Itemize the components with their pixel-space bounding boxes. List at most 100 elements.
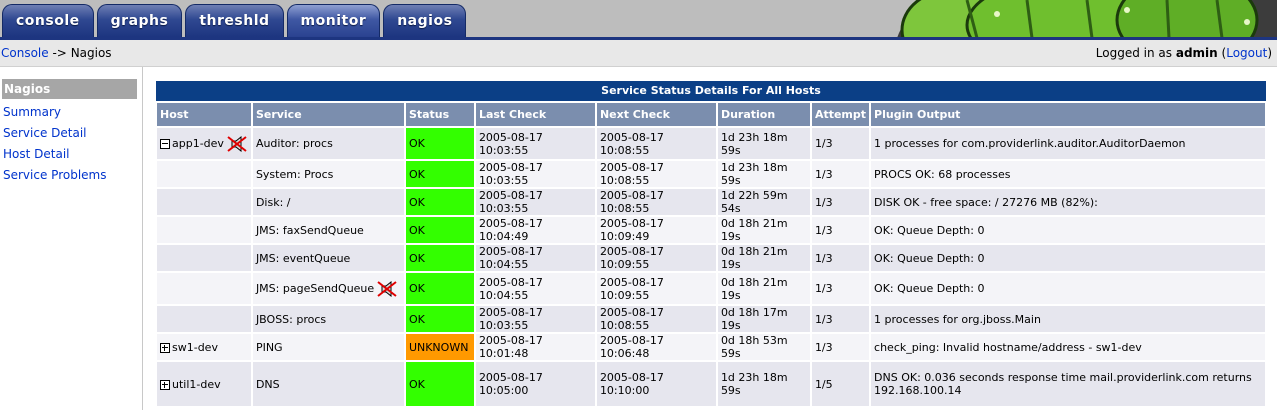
next-check-cell: 2005-08-17 10:09:55 [596,273,716,304]
last-check-cell: 2005-08-17 10:03:55 [475,128,595,159]
tab-threshld[interactable]: threshld [185,4,284,37]
next-check-cell: 2005-08-17 10:08:55 [596,128,716,159]
status-cell: OK [405,128,474,159]
table-row: sw1-dev PING UNKNOWN 2005-08-17 10:01:48… [157,334,1265,360]
host-name[interactable]: sw1-dev [172,341,218,354]
host-name[interactable]: app1-dev [172,137,224,150]
host-name[interactable]: util1-dev [172,378,221,391]
column-header-host[interactable]: Host [157,103,251,126]
status-cell: OK [405,362,474,406]
expand-icon[interactable] [160,342,170,353]
status-cell: UNKNOWN [405,334,474,360]
column-header-attempt[interactable]: Attempt [811,103,870,126]
duration-cell: 1d 22h 59m 54s [717,189,810,215]
sidebar: Nagios Summary Service Detail Host Detai… [0,67,143,410]
status-cell: OK [405,306,474,332]
service-name[interactable]: JMS: pageSendQueue [256,282,374,295]
next-check-cell: 2005-08-17 10:08:55 [596,189,716,215]
expand-icon[interactable] [160,379,170,390]
column-header-plugin-output[interactable]: Plugin Output [871,103,1265,126]
status-cell: OK [405,273,474,304]
last-check-cell: 2005-08-17 10:04:55 [475,273,595,304]
plugin-output-cell: 1 processes for org.jboss.Main [871,306,1265,332]
tab-console[interactable]: console [2,4,94,37]
plugin-output-cell: DNS OK: 0.036 seconds response time mail… [871,362,1265,406]
column-header-last-check[interactable]: Last Check [475,103,595,126]
duration-cell: 0d 18h 53m 59s [717,334,810,360]
next-check-cell: 2005-08-17 10:08:55 [596,306,716,332]
next-check-cell: 2005-08-17 10:08:55 [596,161,716,187]
tab-label: monitor [300,13,367,29]
attempt-cell: 1/3 [811,128,870,159]
service-cell[interactable]: PING [252,334,404,360]
duration-cell: 0d 18h 21m 19s [717,273,810,304]
next-check-cell: 2005-08-17 10:10:00 [596,362,716,406]
table-row: JMS: faxSendQueue OK 2005-08-17 10:04:49… [157,217,1265,243]
logout-link[interactable]: Logout [1226,46,1267,60]
duration-cell: 0d 18h 17m 19s [717,306,810,332]
status-cell: OK [405,217,474,243]
host-cell [157,306,251,332]
top-nav-bar: console graphs threshld monitor nagios [0,0,1277,38]
table-row: JBOSS: procs OK 2005-08-17 10:03:55 2005… [157,306,1265,332]
service-cell[interactable]: JMS: faxSendQueue [252,217,404,243]
tab-graphs[interactable]: graphs [96,4,183,37]
service-cell: JMS: pageSendQueue [252,273,404,304]
notifications-disabled-icon [377,280,397,297]
tab-label: graphs [110,13,169,29]
breadcrumb-bar: Console -> Nagios Logged in as admin (Lo… [0,40,1277,67]
duration-cell: 1d 23h 18m 59s [717,128,810,159]
cactus-logo [897,0,1277,38]
attempt-cell: 1/3 [811,245,870,271]
plugin-output-cell: OK: Queue Depth: 0 [871,273,1265,304]
service-status-panel: Service Status Details For All Hosts Hos… [156,81,1266,408]
sidebar-item-service-detail[interactable]: Service Detail [3,126,87,140]
login-status: Logged in as admin (Logout) [1095,46,1272,60]
last-check-cell: 2005-08-17 10:04:49 [475,217,595,243]
attempt-cell: 1/3 [811,189,870,215]
plugin-output-cell: OK: Queue Depth: 0 [871,245,1265,271]
column-header-status[interactable]: Status [405,103,474,126]
last-check-cell: 2005-08-17 10:05:00 [475,362,595,406]
service-cell[interactable]: Auditor: procs [252,128,404,159]
service-cell[interactable]: Disk: / [252,189,404,215]
sidebar-item-summary[interactable]: Summary [3,105,61,119]
next-check-cell: 2005-08-17 10:09:49 [596,217,716,243]
tab-label: console [16,13,80,29]
service-status-table: Host Service Status Last Check Next Chec… [155,101,1267,408]
host-cell [157,189,251,215]
host-cell [157,273,251,304]
next-check-cell: 2005-08-17 10:09:55 [596,245,716,271]
sidebar-item-host-detail[interactable]: Host Detail [3,147,70,161]
tab-nagios[interactable]: nagios [383,4,467,37]
host-cell [157,217,251,243]
service-cell[interactable]: JBOSS: procs [252,306,404,332]
attempt-cell: 1/3 [811,273,870,304]
breadcrumb-current: Nagios [70,46,112,60]
service-cell[interactable]: DNS [252,362,404,406]
plugin-output-cell: OK: Queue Depth: 0 [871,217,1265,243]
plugin-output-cell: check_ping: Invalid hostname/address - s… [871,334,1265,360]
table-row: Disk: / OK 2005-08-17 10:03:55 2005-08-1… [157,189,1265,215]
plugin-output-cell: PROCS OK: 68 processes [871,161,1265,187]
breadcrumb-console-link[interactable]: Console [1,46,49,60]
duration-cell: 0d 18h 21m 19s [717,245,810,271]
attempt-cell: 1/3 [811,334,870,360]
attempt-cell: 1/5 [811,362,870,406]
column-header-duration[interactable]: Duration [717,103,810,126]
service-cell[interactable]: System: Procs [252,161,404,187]
duration-cell: 1d 23h 18m 59s [717,161,810,187]
table-header-row: Host Service Status Last Check Next Chec… [157,103,1265,126]
last-check-cell: 2005-08-17 10:03:55 [475,161,595,187]
attempt-cell: 1/3 [811,161,870,187]
collapse-icon[interactable] [160,138,170,149]
duration-cell: 0d 18h 21m 19s [717,217,810,243]
service-cell[interactable]: JMS: eventQueue [252,245,404,271]
sidebar-item-service-problems[interactable]: Service Problems [3,168,106,182]
column-header-next-check[interactable]: Next Check [596,103,716,126]
column-header-service[interactable]: Service [252,103,404,126]
plugin-output-cell: DISK OK - free space: / 27276 MB (82%): [871,189,1265,215]
attempt-cell: 1/3 [811,217,870,243]
status-cell: OK [405,161,474,187]
tab-monitor[interactable]: monitor [286,4,381,37]
